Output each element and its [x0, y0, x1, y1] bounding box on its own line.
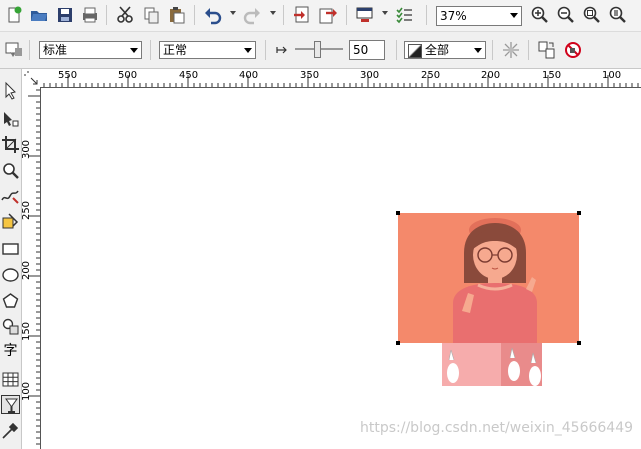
h-ruler-label: 400: [239, 70, 259, 81]
v-ruler-label: 300: [22, 139, 33, 160]
options-icon[interactable]: [394, 5, 414, 25]
zoom-in-icon[interactable]: [530, 5, 550, 25]
h-ruler-label: 300: [360, 70, 380, 81]
transparency-target-select[interactable]: 全部: [404, 41, 486, 59]
property-bar: 标准 正常 50 全部: [0, 32, 641, 69]
v-ruler-label: 100: [22, 381, 33, 402]
zoom-level-value: 37%: [440, 9, 467, 23]
transparency-value-text: 50: [353, 43, 369, 57]
zoom-page-icon[interactable]: [608, 5, 628, 25]
polygon-tool-icon[interactable]: [1, 291, 20, 310]
import-icon[interactable]: [292, 5, 312, 25]
h-ruler-label: 150: [542, 70, 562, 81]
copy-transparency-icon[interactable]: [537, 40, 557, 60]
v-ruler-label: 250: [22, 200, 33, 221]
print-icon[interactable]: [80, 5, 100, 25]
h-ruler-label: 250: [421, 70, 441, 81]
clear-transparency-icon[interactable]: [563, 40, 583, 60]
cut-icon[interactable]: [115, 5, 135, 25]
paste-icon[interactable]: [167, 5, 187, 25]
transparency-value-input[interactable]: 50: [349, 40, 385, 60]
transparency-type-select[interactable]: 标准: [39, 41, 142, 59]
basic-shapes-tool-icon[interactable]: [1, 317, 20, 336]
h-ruler-label: 450: [179, 70, 199, 81]
drawing-canvas[interactable]: https://blog.csdn.net/weixin_45666449: [41, 88, 641, 449]
standard-toolbar: 37%: [0, 0, 641, 32]
transparency-slider-icon: [276, 44, 288, 54]
fill-target-icon: [408, 44, 422, 58]
transparency-tool-active-icon[interactable]: [1, 395, 20, 414]
zoom-out-icon[interactable]: [556, 5, 576, 25]
vertical-ruler[interactable]: 300 250 200 150 100: [22, 87, 41, 449]
new-document-icon[interactable]: [4, 5, 24, 25]
application-launcher-icon[interactable]: [355, 5, 375, 25]
selection-handle-top-right[interactable]: [577, 211, 581, 215]
watermark-text: https://blog.csdn.net/weixin_45666449: [360, 420, 634, 436]
transparency-target-value: 全部: [425, 43, 450, 57]
v-ruler-label: 150: [22, 321, 33, 342]
h-ruler-label: 100: [602, 70, 622, 81]
table-tool-icon[interactable]: [1, 370, 20, 389]
open-folder-icon[interactable]: [29, 5, 49, 25]
zoom-level-select[interactable]: 37%: [436, 6, 522, 26]
export-icon[interactable]: [318, 5, 338, 25]
rectangle-tool-icon[interactable]: [1, 239, 20, 258]
pick-tool-icon[interactable]: [1, 81, 20, 100]
h-ruler-label: 500: [118, 70, 138, 81]
selection-handle-bottom-left[interactable]: [396, 341, 400, 345]
freeze-transparency-icon[interactable]: [501, 40, 521, 60]
selected-image[interactable]: [398, 213, 579, 343]
h-ruler-label: 200: [481, 70, 501, 81]
zoom-tool-icon[interactable]: [1, 161, 20, 180]
v-ruler-label: 200: [22, 260, 33, 281]
undo-icon[interactable]: [203, 5, 223, 25]
transparency-mode-value: 正常: [163, 43, 188, 57]
redo-icon[interactable]: [242, 5, 262, 25]
transparency-mode-select[interactable]: 正常: [159, 41, 256, 59]
transparency-type-value: 标准: [43, 43, 68, 57]
copy-icon[interactable]: [141, 5, 161, 25]
h-ruler-label: 550: [58, 70, 78, 81]
toolbox: 字: [0, 69, 22, 449]
transparency-tool-icon: [4, 40, 24, 60]
selection-handle-bottom-right[interactable]: [577, 341, 581, 345]
smart-fill-tool-icon[interactable]: [1, 212, 20, 231]
text-tool-icon[interactable]: 字: [1, 342, 20, 361]
freehand-tool-icon[interactable]: [1, 186, 20, 205]
girl-portrait: [453, 218, 537, 343]
save-icon[interactable]: [55, 5, 75, 25]
h-ruler-label: 350: [300, 70, 320, 81]
ruler-origin[interactable]: [22, 69, 41, 88]
horizontal-ruler[interactable]: 550 500 450 400 350 300 250 200 150 100: [40, 69, 641, 88]
eyedropper-tool-icon[interactable]: [1, 421, 20, 440]
shape-tool-icon[interactable]: [1, 109, 20, 128]
transparency-slider-thumb[interactable]: [314, 41, 321, 58]
crop-tool-icon[interactable]: [1, 135, 20, 154]
ellipse-tool-icon[interactable]: [1, 265, 20, 284]
zoom-fit-icon[interactable]: [582, 5, 602, 25]
selection-handle-top-left[interactable]: [396, 211, 400, 215]
